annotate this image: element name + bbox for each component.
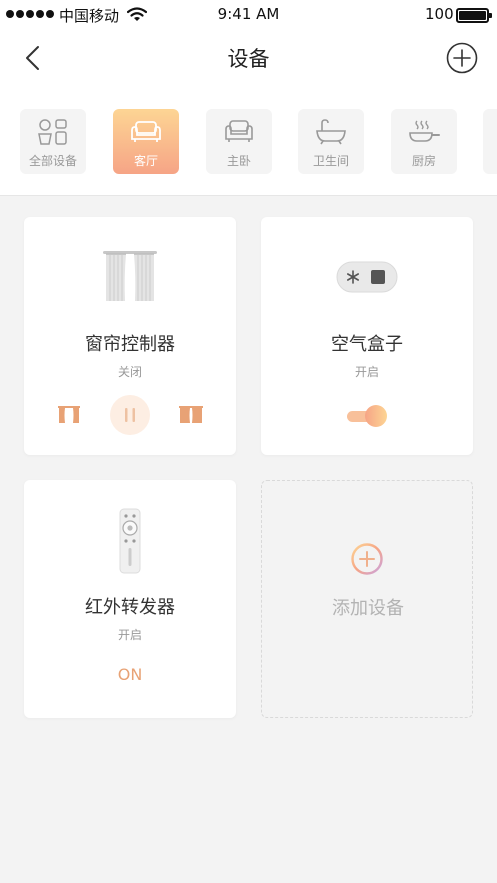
tab-living-room[interactable]: 客厅 — [113, 109, 179, 174]
pause-icon — [125, 408, 135, 422]
add-device-label: 添加设备 — [332, 598, 404, 619]
add-circle-icon — [351, 543, 383, 575]
battery-percent: 100 — [425, 5, 454, 23]
device-card-air-box[interactable]: 空气盒子 开启 — [261, 217, 473, 455]
power-toggle[interactable] — [345, 403, 391, 429]
tab-label: 主卧 — [226, 154, 251, 168]
device-status: 关闭 — [117, 365, 142, 379]
curtain-close-icon[interactable] — [179, 405, 203, 425]
tab-label: 厨房 — [411, 154, 436, 168]
all-devices-icon — [38, 119, 67, 145]
pan-icon — [409, 120, 440, 142]
device-name: 窗帘控制器 — [85, 334, 175, 355]
device-name: 空气盒子 — [331, 334, 403, 355]
on-button[interactable]: ON — [24, 665, 236, 684]
device-status: 开启 — [117, 628, 142, 642]
curtain-pause-button[interactable] — [110, 395, 150, 435]
status-bar: 中国移动 9:41 AM 100 — [0, 0, 497, 30]
device-status: 开启 — [354, 365, 379, 379]
tab-label: 全部设备 — [28, 154, 77, 168]
tab-master-bedroom[interactable]: 主卧 — [206, 109, 272, 174]
tab-label: 卫生间 — [312, 154, 349, 168]
status-time: 9:41 AM — [217, 5, 280, 23]
bathtub-icon — [316, 119, 346, 145]
air-box-icon — [336, 261, 398, 293]
plus-circle-icon[interactable] — [446, 42, 478, 74]
remote-icon — [119, 508, 141, 574]
add-device-card[interactable]: 添加设备 — [261, 480, 473, 718]
curtain-open-icon[interactable] — [58, 405, 80, 425]
device-name: 红外转发器 — [85, 597, 175, 618]
battery-icon — [456, 8, 492, 23]
device-card-ir-transponder[interactable]: 红外转发器 开启 ON — [24, 480, 236, 718]
armchair-icon — [225, 120, 253, 142]
tab-label: 客厅 — [133, 154, 158, 168]
tab-all-devices[interactable]: 全部设备 — [20, 109, 86, 174]
tab-more-partial[interactable] — [483, 109, 497, 174]
tab-bathroom[interactable]: 卫生间 — [298, 109, 364, 174]
sofa-icon — [131, 121, 161, 142]
curtain-icon — [103, 251, 157, 301]
device-card-curtain[interactable]: 窗帘控制器 关闭 — [24, 217, 236, 455]
tab-kitchen[interactable]: 厨房 — [391, 109, 457, 174]
page-title: 设备 — [227, 47, 270, 71]
